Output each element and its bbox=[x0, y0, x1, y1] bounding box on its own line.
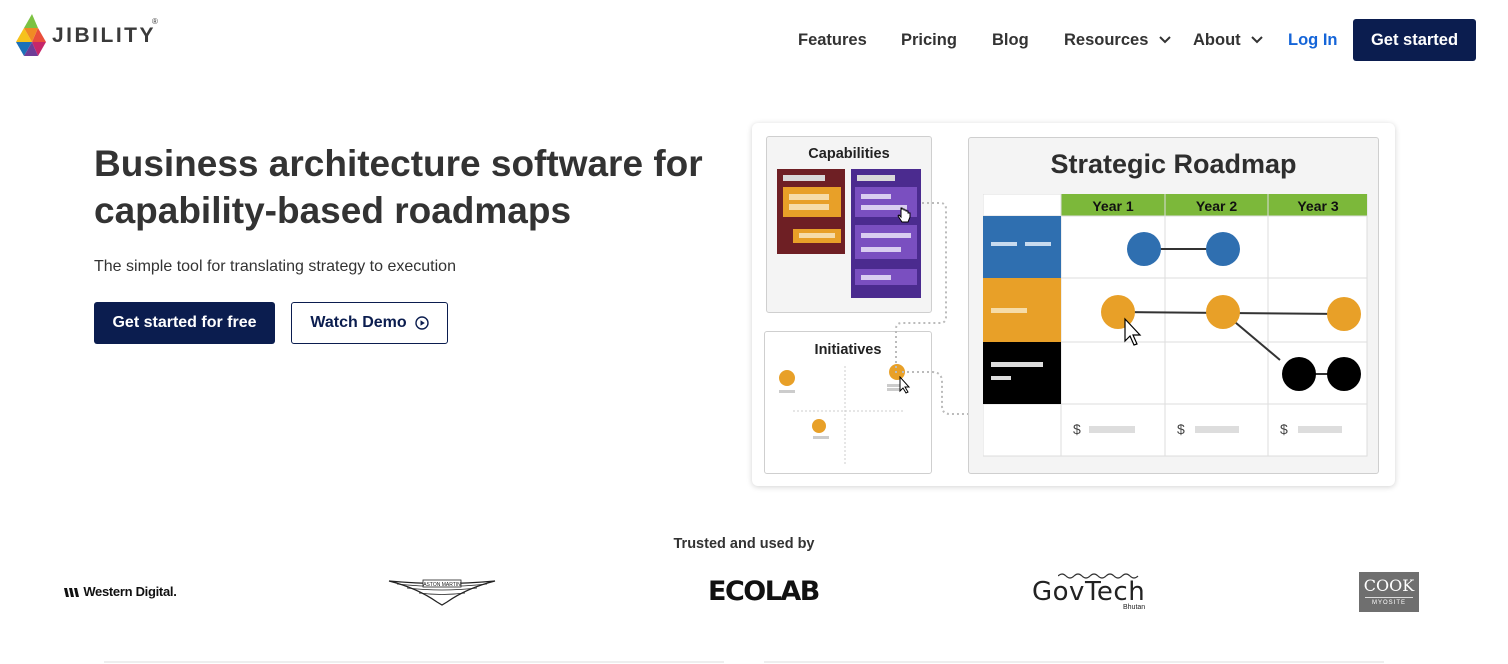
year-3-label: Year 3 bbox=[1297, 198, 1339, 214]
jibility-logo-icon[interactable] bbox=[12, 14, 52, 60]
aston-martin-wordmark: ASTON MARTIN bbox=[423, 582, 461, 588]
nav-resources[interactable]: Resources bbox=[1064, 31, 1171, 50]
western-digital-wordmark: Western Digital. bbox=[83, 584, 177, 599]
registered-mark: ® bbox=[152, 17, 158, 26]
cook-subtitle: MYOSITE bbox=[1365, 597, 1413, 606]
roadmap-grid bbox=[983, 194, 1368, 457]
section-divider-right bbox=[764, 661, 1384, 663]
hero-title: Business architecture software for capab… bbox=[94, 143, 703, 231]
play-circle-icon bbox=[414, 316, 429, 330]
budget-symbol-year-2: $ bbox=[1177, 421, 1185, 437]
nav-pricing[interactable]: Pricing bbox=[901, 31, 957, 50]
cook-wordmark: COOK bbox=[1363, 576, 1415, 595]
trusted-heading: Trusted and used by bbox=[673, 536, 815, 552]
western-digital-mark-icon bbox=[64, 588, 79, 597]
login-link[interactable]: Log In bbox=[1288, 31, 1337, 50]
western-digital-logo: Western Digital. bbox=[64, 584, 177, 599]
chevron-down-icon bbox=[1159, 36, 1171, 44]
watch-demo-button[interactable]: Watch Demo bbox=[291, 302, 448, 344]
govtech-logo: GovTech bbox=[1032, 577, 1146, 607]
chevron-down-icon bbox=[1251, 36, 1263, 44]
get-started-free-button[interactable]: Get started for free bbox=[94, 302, 275, 344]
roadmap-title: Strategic Roadmap bbox=[1050, 149, 1297, 179]
get-started-button[interactable]: Get started bbox=[1353, 19, 1476, 61]
budget-symbol-year-3: $ bbox=[1280, 421, 1288, 437]
nav-blog[interactable]: Blog bbox=[992, 31, 1029, 50]
logo-wordmark[interactable]: JIBILITY bbox=[52, 24, 156, 48]
ecolab-logo: ECOLAB bbox=[708, 576, 820, 607]
govtech-script-icon bbox=[1058, 573, 1139, 579]
roadmap-illustration: Capabilities Initiatives Strategic Roadm… bbox=[752, 123, 1395, 486]
aston-martin-wings-icon: ASTON MARTIN bbox=[388, 579, 496, 606]
cook-myosite-logo: COOK MYOSITE bbox=[1359, 572, 1419, 612]
strategic-roadmap-panel: Strategic Roadmap Year 1 Year 2 Year 3 $… bbox=[968, 137, 1379, 474]
nav-resources-label: Resources bbox=[1064, 31, 1149, 49]
section-divider-left bbox=[104, 661, 724, 663]
year-2-label: Year 2 bbox=[1195, 198, 1238, 214]
nav-features[interactable]: Features bbox=[798, 31, 867, 50]
year-1-label: Year 1 bbox=[1092, 198, 1134, 214]
budget-symbol-year-1: $ bbox=[1073, 421, 1081, 437]
nav-about-label: About bbox=[1193, 31, 1241, 49]
nav-about[interactable]: About bbox=[1193, 31, 1263, 50]
hero-subtitle: The simple tool for translating strategy… bbox=[94, 258, 456, 275]
govtech-subtitle: Bhutan bbox=[1123, 604, 1146, 611]
watch-demo-label: Watch Demo bbox=[310, 314, 407, 331]
